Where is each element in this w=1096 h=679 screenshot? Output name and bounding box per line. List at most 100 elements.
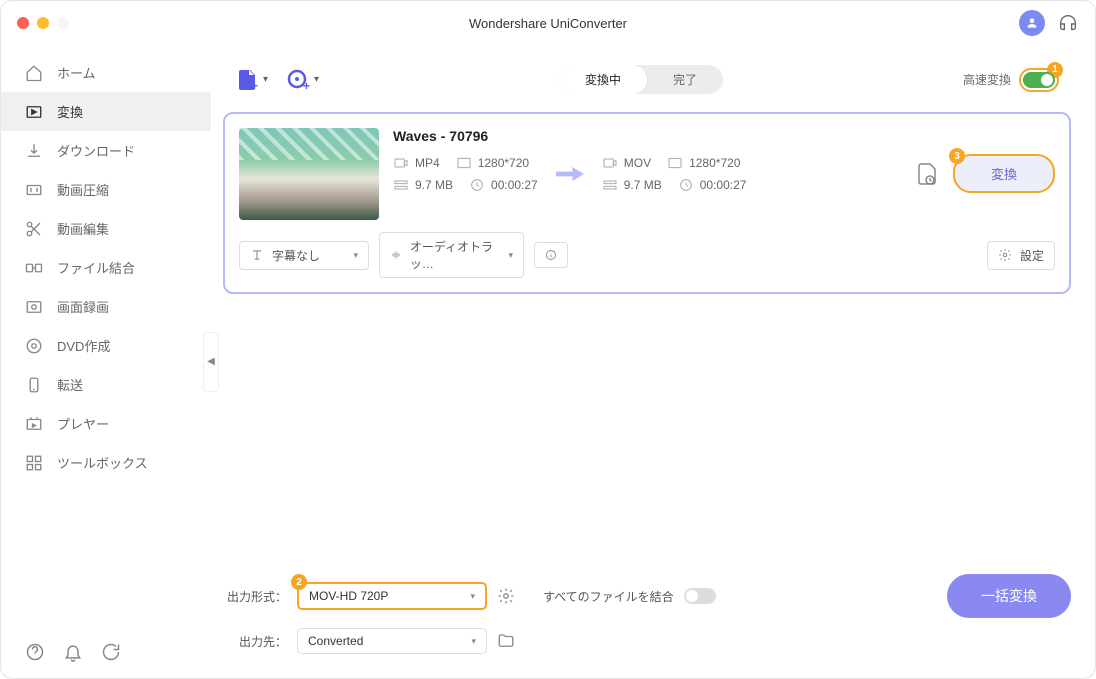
clock-icon — [469, 177, 485, 193]
chevron-down-icon: ▾ — [508, 250, 513, 261]
help-icon[interactable] — [25, 642, 45, 662]
arrow-right-icon — [556, 164, 584, 184]
grid-icon — [25, 454, 43, 472]
open-folder-icon[interactable] — [497, 632, 515, 650]
sidebar-item-player[interactable]: プレヤー — [1, 404, 211, 443]
sidebar-item-label: ツールボックス — [57, 453, 148, 472]
video-icon — [602, 155, 618, 171]
download-icon — [25, 142, 43, 160]
chevron-down-icon: ▾ — [353, 250, 358, 261]
sidebar-item-home[interactable]: ホーム — [1, 53, 211, 92]
sidebar-item-label: 画面録画 — [57, 297, 109, 316]
batch-convert-button[interactable]: 一括変換 — [947, 574, 1071, 618]
disc-icon — [25, 337, 43, 355]
disc-add-icon: + — [286, 68, 310, 92]
merge-toggle[interactable] — [684, 588, 716, 604]
sidebar-item-label: ホーム — [57, 63, 96, 82]
dst-format: MOV — [624, 156, 651, 170]
record-icon — [25, 298, 43, 316]
dst-size: 9.7 MB — [624, 178, 662, 192]
sidebar-item-label: 変換 — [57, 102, 83, 121]
home-icon — [25, 64, 43, 82]
output-folder-value: Converted — [308, 634, 363, 648]
merge-icon — [25, 259, 43, 277]
fast-convert-label: 高速変換 — [963, 71, 1011, 88]
resolution-icon — [667, 155, 683, 171]
close-window-button[interactable] — [17, 17, 29, 29]
dst-duration: 00:00:27 — [700, 178, 747, 192]
resolution-icon — [456, 155, 472, 171]
file-card: Waves - 70796 MP4 1280*720 9.7 MB 00:00:… — [223, 112, 1071, 294]
audio-track-select[interactable]: オーディオトラッ… ▾ — [379, 232, 524, 278]
headset-icon[interactable] — [1057, 12, 1079, 34]
sidebar-item-download[interactable]: ダウンロード — [1, 131, 211, 170]
video-thumbnail[interactable] — [239, 128, 379, 220]
sidebar-item-label: プレヤー — [57, 414, 109, 433]
sidebar-item-label: 動画圧縮 — [57, 180, 109, 199]
sidebar-item-label: DVD作成 — [57, 336, 110, 355]
sidebar-item-record[interactable]: 画面録画 — [1, 287, 211, 326]
fast-convert-toggle-highlight: 1 — [1019, 68, 1059, 92]
bell-icon[interactable] — [63, 642, 83, 662]
settings-button[interactable]: 設定 — [987, 241, 1055, 270]
merge-label: すべてのファイルを結合 — [543, 588, 674, 605]
callout-marker-2: 2 — [291, 574, 307, 590]
sidebar-item-edit[interactable]: 動画編集 — [1, 209, 211, 248]
content-area: ◀ + ▾ + ▾ 変換中 完了 高速変換 1 — [211, 45, 1095, 678]
subtitle-value: 字幕なし — [272, 247, 320, 264]
src-size: 9.7 MB — [415, 178, 453, 192]
output-format-value: MOV-HD 720P — [309, 589, 388, 603]
text-icon — [250, 248, 264, 262]
compress-icon — [25, 181, 43, 199]
sidebar-item-label: ダウンロード — [57, 141, 135, 160]
window-controls — [17, 17, 69, 29]
subtitle-select[interactable]: 字幕なし ▾ — [239, 241, 369, 270]
storage-icon — [602, 177, 618, 193]
sidebar-item-transfer[interactable]: 転送 — [1, 365, 211, 404]
minimize-window-button[interactable] — [37, 17, 49, 29]
user-avatar[interactable] — [1019, 10, 1045, 36]
convert-button[interactable]: 3 変換 — [953, 154, 1055, 193]
clock-icon — [678, 177, 694, 193]
sidebar-item-toolbox[interactable]: ツールボックス — [1, 443, 211, 482]
add-file-button[interactable]: + ▾ — [235, 68, 268, 92]
chevron-left-icon: ◀ — [207, 356, 215, 367]
chevron-down-icon: ▾ — [314, 74, 319, 85]
info-button[interactable] — [534, 242, 568, 268]
audio-icon — [390, 248, 402, 262]
scissors-icon — [25, 220, 43, 238]
chevron-down-icon: ▾ — [470, 591, 475, 602]
sidebar-item-convert[interactable]: 変換 — [1, 92, 211, 131]
maximize-window-button[interactable] — [57, 17, 69, 29]
tab-in-progress[interactable]: 変換中 — [559, 65, 647, 94]
output-format-label: 出力形式： — [223, 588, 287, 605]
segment-control: 変換中 完了 — [559, 65, 723, 94]
src-format: MP4 — [415, 156, 440, 170]
storage-icon — [393, 177, 409, 193]
tab-done[interactable]: 完了 — [647, 65, 723, 94]
page-settings-icon[interactable] — [915, 162, 939, 186]
feedback-icon[interactable] — [101, 642, 121, 662]
collapse-sidebar-button[interactable]: ◀ — [203, 332, 219, 392]
sidebar: ホーム 変換 ダウンロード 動画圧縮 動画編集 ファイル結合 画面録画 DVD — [1, 45, 211, 678]
file-add-icon: + — [235, 68, 259, 92]
add-disc-button[interactable]: + ▾ — [286, 68, 319, 92]
fast-convert-toggle[interactable] — [1023, 72, 1055, 88]
gear-icon — [998, 248, 1012, 262]
settings-label: 設定 — [1020, 247, 1044, 264]
output-folder-select[interactable]: Converted ▾ — [297, 628, 487, 654]
audio-value: オーディオトラッ… — [410, 238, 501, 272]
player-icon — [25, 415, 43, 433]
app-title: Wondershare UniConverter — [469, 16, 627, 31]
video-icon — [393, 155, 409, 171]
sidebar-item-label: 転送 — [57, 375, 83, 394]
format-settings-icon[interactable] — [497, 587, 515, 605]
sidebar-item-compress[interactable]: 動画圧縮 — [1, 170, 211, 209]
callout-marker-3: 3 — [949, 148, 965, 164]
sidebar-item-dvd[interactable]: DVD作成 — [1, 326, 211, 365]
sidebar-item-label: ファイル結合 — [57, 258, 135, 277]
chevron-down-icon: ▾ — [263, 74, 268, 85]
sidebar-item-merge[interactable]: ファイル結合 — [1, 248, 211, 287]
output-format-select[interactable]: 2 MOV-HD 720P ▾ — [297, 582, 487, 610]
chevron-down-icon: ▾ — [471, 636, 476, 647]
